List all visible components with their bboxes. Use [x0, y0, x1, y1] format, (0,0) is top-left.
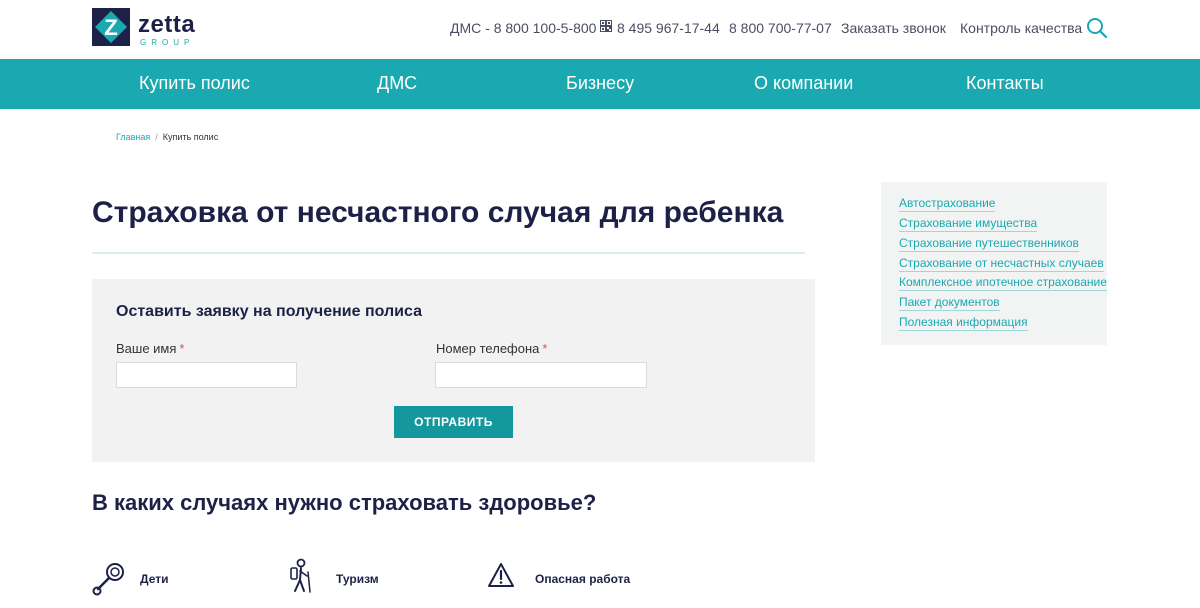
phone-label-text: Номер телефона — [436, 341, 540, 356]
warning-icon — [488, 563, 514, 587]
sidebar-item-accident[interactable]: Страхование от несчастных случаев — [899, 256, 1104, 272]
breadcrumb: Главная / Купить полис — [116, 132, 218, 142]
name-label: Ваше имя * — [116, 341, 184, 356]
case-item-children: Дети — [92, 558, 202, 598]
phone-moscow[interactable]: 8 495 967-17-44 — [617, 20, 720, 36]
case-label: Дети — [140, 572, 169, 586]
phone-free[interactable]: 8 800 700-77-07 — [729, 20, 832, 36]
main-nav: Купить полис ДМС Бизнесу О компании Конт… — [0, 59, 1200, 109]
title-divider — [92, 252, 805, 254]
top-header: Z zetta GROUP ДМС - 8 800 100-5-800 8 49… — [0, 0, 1200, 59]
form-heading: Оставить заявку на получение полиса — [116, 303, 422, 320]
case-label: Туризм — [336, 572, 379, 586]
required-mark: * — [542, 341, 548, 356]
sidebar-item-documents[interactable]: Пакет документов — [899, 295, 1000, 311]
name-field[interactable] — [116, 362, 297, 388]
page-title: Страховка от несчастного случая для ребе… — [92, 196, 784, 229]
nav-item-business[interactable]: Бизнесу — [566, 73, 634, 94]
breadcrumb-separator: / — [155, 132, 158, 142]
phone-label: Номер телефона * — [436, 341, 547, 356]
sidebar-item-mortgage[interactable]: Комплексное ипотечное страхование — [899, 275, 1107, 291]
logo-icon: Z — [92, 8, 130, 46]
nav-item-dms[interactable]: ДМС — [377, 73, 417, 94]
svg-text:Z: Z — [104, 15, 117, 40]
breadcrumb-home[interactable]: Главная — [116, 132, 150, 142]
callback-link[interactable]: Заказать звонок — [841, 20, 946, 36]
case-item-tourism: Туризм — [288, 558, 398, 598]
logo-name: zetta — [138, 11, 196, 38]
phone-field[interactable] — [435, 362, 647, 388]
case-item-dangerous-work: Опасная работа — [487, 558, 637, 598]
search-icon[interactable] — [1086, 17, 1108, 39]
sidebar-item-useful-info[interactable]: Полезная информация — [899, 315, 1028, 331]
nav-item-buy-policy[interactable]: Купить полис — [139, 73, 250, 94]
nav-item-contacts[interactable]: Контакты — [966, 73, 1044, 94]
cases-title: В каких случаях нужно страховать здоровь… — [92, 490, 597, 515]
case-label: Опасная работа — [535, 572, 631, 586]
logo[interactable]: Z zetta GROUP — [92, 8, 202, 48]
phone-dms[interactable]: ДМС - 8 800 100-5-800 — [450, 20, 596, 36]
breadcrumb-current: Купить полис — [162, 132, 219, 142]
request-form: Оставить заявку на получение полиса Ваше… — [92, 279, 815, 462]
sidebar-item-travel[interactable]: Страхование путешественников — [899, 236, 1079, 252]
sidebar-item-auto[interactable]: Автострахование — [899, 196, 996, 212]
required-mark: * — [179, 341, 185, 356]
nav-item-about[interactable]: О компании — [754, 73, 853, 94]
logo-subtitle: GROUP — [140, 38, 195, 47]
hiker-icon — [290, 558, 311, 593]
sidebar-item-property[interactable]: Страхование имущества — [899, 216, 1038, 232]
quality-link[interactable]: Контроль качества — [960, 20, 1082, 36]
name-label-text: Ваше имя — [116, 341, 177, 356]
rattle-icon — [92, 563, 124, 596]
sidebar-links: Автострахование Страхование имущества Ст… — [881, 182, 1107, 345]
submit-button[interactable]: ОТПРАВИТЬ — [394, 406, 513, 438]
qr-icon — [600, 20, 612, 32]
